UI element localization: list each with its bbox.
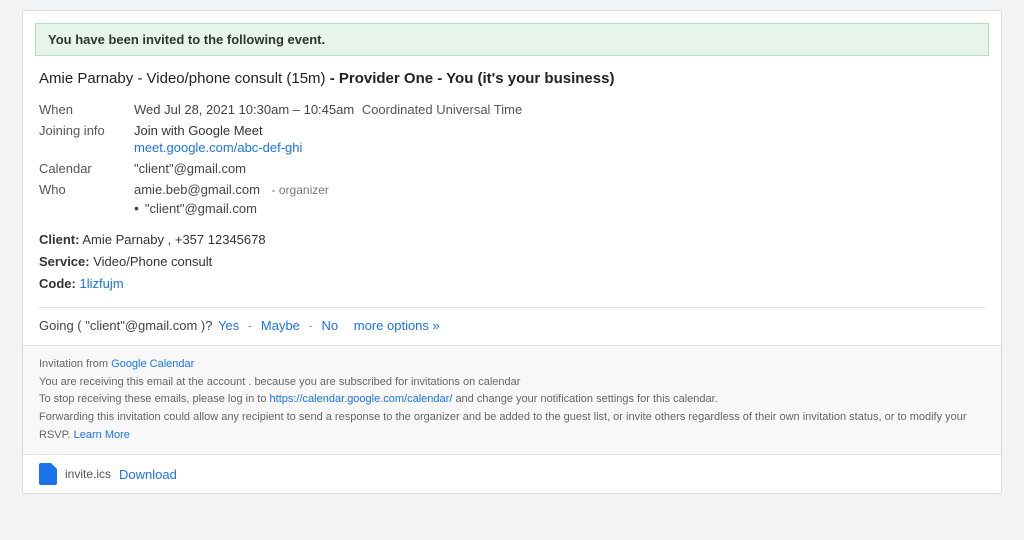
dash2: -	[309, 318, 313, 333]
client-label: Client:	[39, 232, 79, 247]
email-container: You have been invited to the following e…	[22, 10, 1002, 494]
event-title: Amie Parnaby - Video/phone consult (15m)…	[39, 68, 985, 89]
invite-banner: You have been invited to the following e…	[35, 23, 989, 56]
ics-file-icon	[39, 463, 57, 485]
who-organizer-row: amie.beb@gmail.com - organizer	[134, 182, 979, 197]
event-details-table: When Wed Jul 28, 2021 10:30am – 10:45am …	[39, 99, 985, 219]
footer-line2-suffix: and change your notification settings fo…	[455, 393, 717, 405]
when-timezone: Coordinated Universal Time	[362, 102, 522, 117]
join-meet-text: Join with Google Meet	[134, 123, 979, 138]
code-label: Code:	[39, 276, 76, 291]
learn-more-link[interactable]: Learn More	[74, 429, 130, 441]
joining-row: Joining info Join with Google Meet meet.…	[39, 120, 985, 158]
download-link[interactable]: Download	[119, 467, 177, 482]
who-label: Who	[39, 179, 134, 219]
footer-line2-prefix: To stop receiving these emails, please l…	[39, 393, 270, 405]
when-row: When Wed Jul 28, 2021 10:30am – 10:45am …	[39, 99, 985, 120]
footer-line3-text: Forwarding this invitation could allow a…	[39, 411, 967, 441]
event-title-normal: Amie Parnaby - Video/phone consult (15m)	[39, 70, 326, 87]
going-yes-link[interactable]: Yes	[218, 318, 239, 333]
service-value: Video/Phone consult	[93, 254, 212, 269]
calendar-label: Calendar	[39, 158, 134, 179]
going-more-options-link[interactable]: more options »	[354, 318, 440, 333]
when-datetime: Wed Jul 28, 2021 10:30am – 10:45am	[134, 102, 354, 117]
going-no-link[interactable]: No	[322, 318, 339, 333]
going-email: "client"@gmail.com	[85, 318, 197, 333]
service-line: Service: Video/Phone consult	[39, 251, 985, 273]
dash1: -	[248, 318, 252, 333]
calendar-value: "client"@gmail.com	[134, 158, 985, 179]
client-name: Amie Parnaby	[82, 232, 164, 247]
going-suffix: )?	[201, 318, 216, 333]
footer-line2: To stop receiving these emails, please l…	[39, 391, 985, 409]
meet-link[interactable]: meet.google.com/abc-def-ghi	[134, 140, 979, 155]
attachment-bar: invite.ics Download	[23, 454, 1001, 493]
who-row: Who amie.beb@gmail.com - organizer • "cl…	[39, 179, 985, 219]
footer-line1: You are receiving this email at the acco…	[39, 374, 985, 392]
calendar-row: Calendar "client"@gmail.com	[39, 158, 985, 179]
google-calendar-link[interactable]: Google Calendar	[111, 358, 194, 370]
going-section: Going ( "client"@gmail.com )? Yes - Mayb…	[39, 307, 985, 333]
footer-invitation-line: Invitation from Google Calendar	[39, 356, 985, 374]
code-value: 1lizfujm	[79, 276, 123, 291]
going-prefix: Going (	[39, 318, 82, 333]
who-organizer-tag: - organizer	[272, 183, 329, 197]
joining-label: Joining info	[39, 120, 134, 158]
event-title-bold: - Provider One - You (it's your business…	[330, 70, 615, 87]
attachment-filename: invite.ics	[65, 467, 111, 481]
footer-invitation-prefix: Invitation from	[39, 358, 111, 370]
who-attendee-row: • "client"@gmail.com	[134, 200, 979, 216]
code-line: Code: 1lizfujm	[39, 273, 985, 295]
bullet-icon: •	[134, 200, 139, 216]
extra-info: Client: Amie Parnaby , +357 12345678 Ser…	[39, 229, 985, 295]
client-phone: , +357 12345678	[168, 232, 266, 247]
service-label: Service:	[39, 254, 90, 269]
who-attendee-email: "client"@gmail.com	[145, 201, 257, 216]
banner-text: You have been invited to the following e…	[48, 32, 325, 47]
joining-value: Join with Google Meet meet.google.com/ab…	[134, 120, 985, 158]
footer-line3: Forwarding this invitation could allow a…	[39, 409, 985, 444]
client-line: Client: Amie Parnaby , +357 12345678	[39, 229, 985, 251]
who-value: amie.beb@gmail.com - organizer • "client…	[134, 179, 985, 219]
footer-section: Invitation from Google Calendar You are …	[23, 345, 1001, 454]
calendar-email: "client"@gmail.com	[134, 161, 246, 176]
email-body: Amie Parnaby - Video/phone consult (15m)…	[23, 64, 1001, 345]
footer-calendar-link[interactable]: https://calendar.google.com/calendar/	[270, 393, 453, 405]
who-organizer-email: amie.beb@gmail.com	[134, 182, 260, 197]
going-maybe-link[interactable]: Maybe	[261, 318, 300, 333]
when-value: Wed Jul 28, 2021 10:30am – 10:45am Coord…	[134, 99, 985, 120]
when-label: When	[39, 99, 134, 120]
